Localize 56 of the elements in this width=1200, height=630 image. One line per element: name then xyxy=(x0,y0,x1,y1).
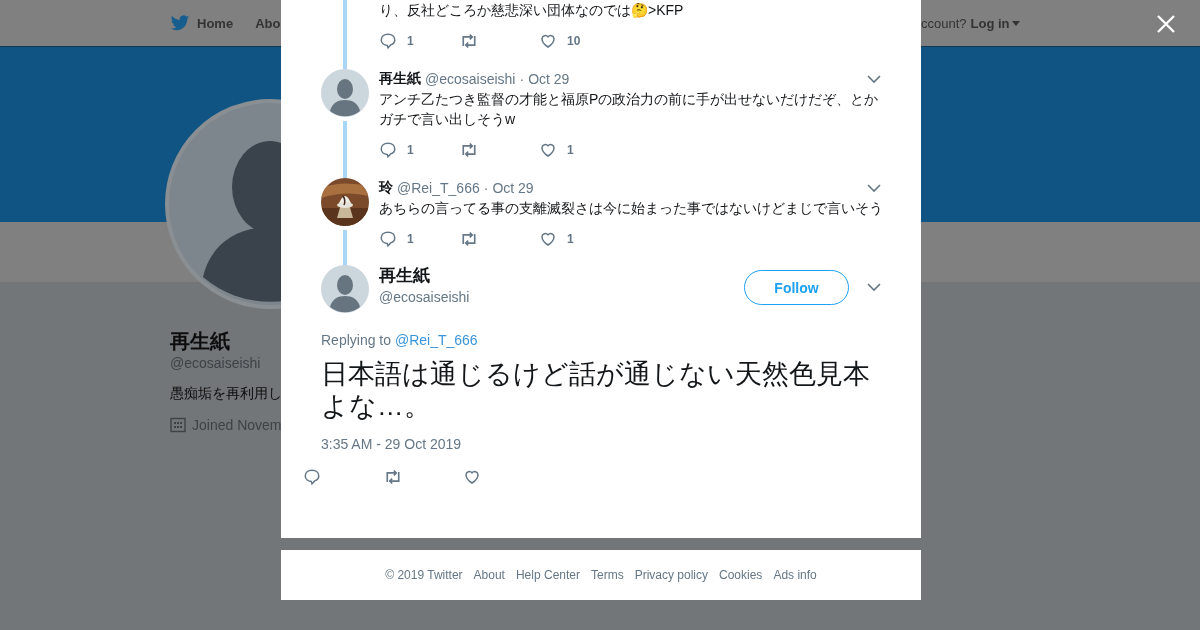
chevron-down-icon[interactable] xyxy=(867,283,881,292)
reply-count: 1 xyxy=(407,143,414,157)
retweet-icon[interactable] xyxy=(459,230,479,248)
chevron-down-icon[interactable] xyxy=(867,74,881,84)
chevron-down-icon[interactable] xyxy=(867,183,881,193)
reply-icon[interactable] xyxy=(379,230,397,248)
author-handle[interactable]: @Rei_T_666 xyxy=(397,180,480,196)
tweet-date[interactable]: Oct 29 xyxy=(492,180,534,196)
footer-link[interactable]: Privacy policy xyxy=(634,568,708,582)
copyright: © 2019 Twitter xyxy=(385,568,463,582)
footer-link[interactable]: About xyxy=(473,568,505,582)
heart-icon[interactable] xyxy=(539,141,557,159)
heart-icon[interactable] xyxy=(539,32,557,50)
reply-icon[interactable] xyxy=(379,141,397,159)
separator-dot: · xyxy=(483,180,489,196)
caret-icon xyxy=(1011,20,1020,26)
like-count: 1 xyxy=(567,232,574,246)
like-count: 10 xyxy=(567,34,581,48)
tweet-text: アンチ乙たつき監督の才能と福原Pの政治力の前に手が出せないだけだぞ、とかガチで言い出しそうw xyxy=(379,90,880,129)
retweet-icon[interactable] xyxy=(459,32,479,50)
tweet-date[interactable]: Oct 29 xyxy=(528,71,570,87)
reply-icon[interactable] xyxy=(379,32,397,50)
author-name[interactable]: 再生紙 xyxy=(379,70,421,88)
profile-name: 再生紙 xyxy=(170,329,230,354)
heart-icon[interactable] xyxy=(539,230,557,248)
replying-label: Replying to xyxy=(321,332,392,348)
calendar-icon xyxy=(170,417,186,433)
author-name[interactable]: 再生紙 xyxy=(379,265,470,287)
author-handle[interactable]: @ecosaiseishi xyxy=(425,71,516,87)
tweet-text: あちらの言ってる事の支離滅裂さは今に始まった事ではないけどまじで言いそう xyxy=(379,199,884,218)
heart-icon[interactable] xyxy=(463,468,481,486)
footer-link[interactable]: Terms xyxy=(591,568,624,582)
tweet-text: 日本語は通じるけど話が通じない天然色見本よな…。 xyxy=(321,358,871,422)
account-prompt: ccount? xyxy=(921,15,967,31)
follow-button[interactable]: Follow xyxy=(744,270,849,305)
separator-dot: · xyxy=(519,71,525,87)
footer-link[interactable]: Help Center xyxy=(515,568,580,582)
footer-link[interactable]: Cookies xyxy=(719,568,763,582)
reply-count: 1 xyxy=(407,232,414,246)
tweet-text: り、反社どころか慈悲深い団体なのでは🤔>KFP xyxy=(379,1,685,20)
close-icon[interactable] xyxy=(1156,14,1176,34)
profile-bio: 愚痴垢を再利用し xyxy=(170,385,282,403)
author-handle[interactable]: @ecosaiseishi xyxy=(379,289,470,305)
author-name[interactable]: 玲 xyxy=(379,179,393,197)
reply-icon[interactable] xyxy=(303,468,321,486)
reply-count: 1 xyxy=(407,34,414,48)
like-count: 1 xyxy=(567,143,574,157)
tweet-timestamp[interactable]: 3:35 AM - 29 Oct 2019 xyxy=(321,434,881,454)
retweet-icon[interactable] xyxy=(459,141,479,159)
footer-link[interactable]: Ads info xyxy=(773,568,817,582)
nav-link[interactable]: Home xyxy=(170,14,234,32)
bird-icon xyxy=(170,14,190,32)
nav-link[interactable]: Abo xyxy=(255,15,281,31)
mention-link[interactable]: @Rei_T_666 xyxy=(394,332,478,348)
login-link[interactable]: Log in xyxy=(970,15,1020,31)
retweet-icon[interactable] xyxy=(383,468,403,486)
